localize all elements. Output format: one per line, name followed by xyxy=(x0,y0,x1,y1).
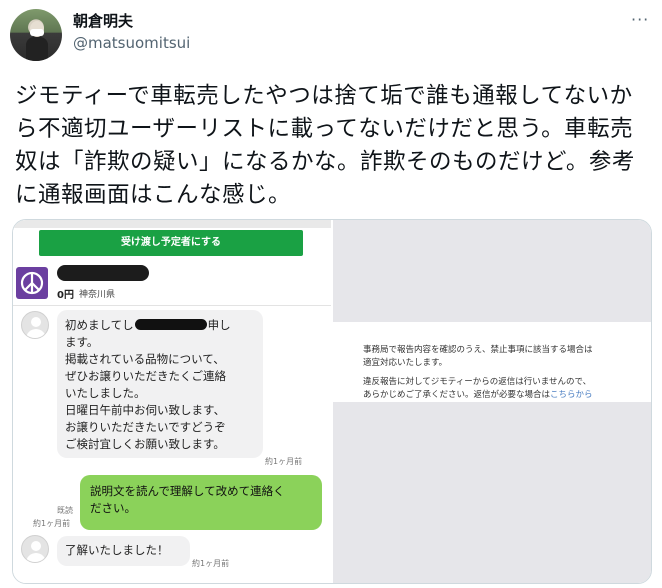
chat-screenshot-pane: 受け渡し予定者にする 0円 神奈川県 初めましてし 申し ます。 掲載されている品… xyxy=(13,220,331,583)
tweet-text: ジモティーで車転売したやつは捨て垢で誰も通報してないから不適切ユーザーリストに載… xyxy=(15,83,635,208)
redacted-seller-name xyxy=(57,265,149,281)
notice-paragraph-1: 事務局で報告内容を確認のうえ、禁止事項に該当する場合は 適宜対応いたします。 xyxy=(363,345,593,368)
message-time: 約1ヶ月前 xyxy=(265,457,303,466)
author-display-name[interactable]: 朝倉明夫 xyxy=(73,10,133,31)
author-avatar[interactable] xyxy=(10,9,62,61)
notice-paragraph-2: 違反報告に対してジモティーからの返信は行いませんので、 あらかじめご了承ください… xyxy=(363,376,651,401)
message-text: 申し xyxy=(207,318,231,332)
report-screenshot-pane: 事務局で報告内容を確認のうえ、禁止事項に該当する場合は 適宜対応いたします。 違… xyxy=(333,220,651,583)
author-handle[interactable]: @matsuomitsui xyxy=(73,34,190,52)
peace-icon xyxy=(16,267,48,299)
read-receipt: 既読 xyxy=(57,506,73,515)
top-bar xyxy=(13,220,331,228)
seller-prefecture: 神奈川県 xyxy=(79,290,116,300)
message-received-1: 初めましてし 申し ます。 掲載されている品物について、 ぜひお譲りいただきたくご… xyxy=(57,310,263,458)
contact-link: こちらから xyxy=(550,389,593,400)
message-sent: 説明文を読んで理解して改めて連絡く ださい。 xyxy=(80,475,322,530)
report-notice: 事務局で報告内容を確認のうえ、禁止事項に該当する場合は 適宜対応いたします。 違… xyxy=(333,322,651,402)
message-time: 約1ヶ月前 xyxy=(33,519,71,528)
seller-price: 0円 xyxy=(57,290,74,301)
user-avatar-icon xyxy=(21,311,49,339)
user-avatar-icon xyxy=(21,535,49,563)
message-text: 初めましてし xyxy=(65,318,134,332)
redacted-name xyxy=(134,319,207,330)
message-body: ます。 掲載されている品物について、 ぜひお譲りいただきたくご連絡 いたしました… xyxy=(65,335,226,451)
tweet-media-image[interactable]: 受け渡し予定者にする 0円 神奈川県 初めましてし 申し ます。 掲載されている品… xyxy=(12,219,652,584)
message-time: 約1ヶ月前 xyxy=(192,559,230,568)
set-recipient-button: 受け渡し予定者にする xyxy=(39,230,303,256)
divider xyxy=(13,305,331,306)
more-options-icon[interactable]: ··· xyxy=(631,10,649,29)
message-received-2: 了解いたしました！ xyxy=(57,536,190,566)
